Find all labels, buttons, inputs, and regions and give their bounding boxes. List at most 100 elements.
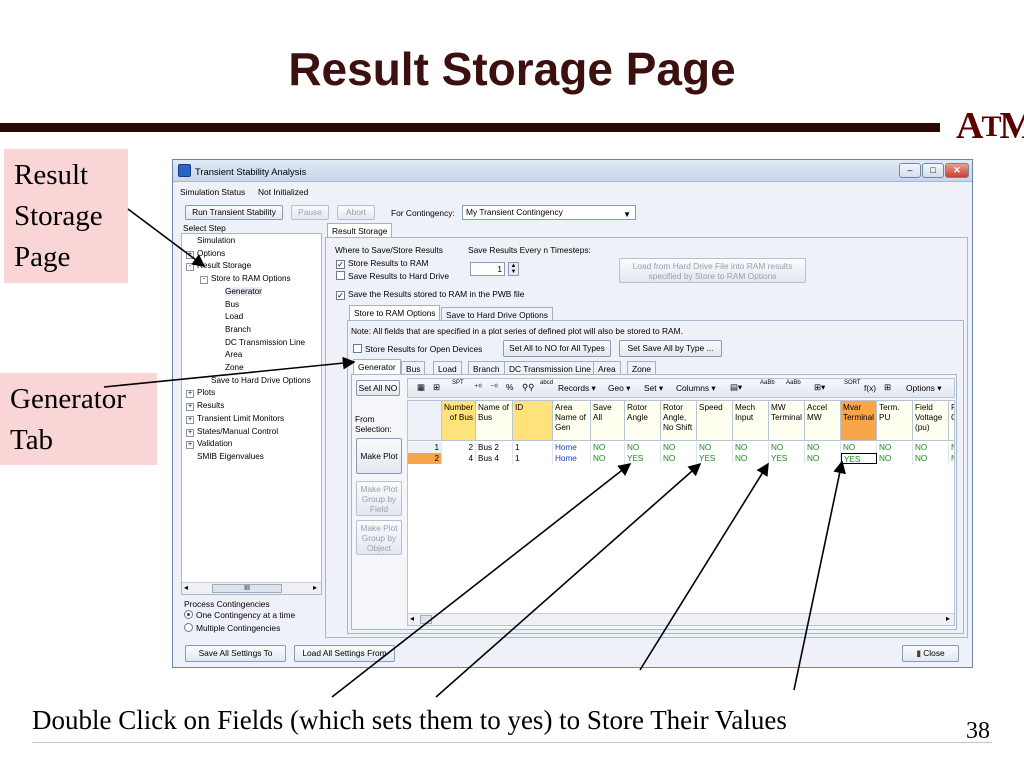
grid-scroll-thumb[interactable] <box>420 615 432 624</box>
grid-cell[interactable]: NO <box>697 442 733 453</box>
find-icon[interactable]: ⚲⚲ <box>522 382 534 392</box>
grid-cell[interactable]: 4 <box>442 453 476 464</box>
mvar-terminal-editing-cell[interactable]: YES <box>841 453 877 464</box>
collapse-icon[interactable]: - <box>186 263 194 272</box>
make-plot-group-by-object-button[interactable]: Make Plot Group by Object <box>356 520 402 555</box>
tree-item[interactable]: Load <box>214 312 243 321</box>
grid-cell[interactable]: NO <box>625 442 661 453</box>
chart-icon[interactable]: ▤▾ <box>730 382 742 392</box>
grid-column-header[interactable]: Area Name of Gen <box>553 401 591 441</box>
sort-icon[interactable]: SORT <box>844 380 861 387</box>
expand-icon[interactable]: + <box>186 441 194 450</box>
grid-cell[interactable]: YES <box>697 453 733 464</box>
decimal-increase-icon[interactable]: ⁺⁰ <box>474 382 482 392</box>
tree-item[interactable]: Simulation <box>186 236 235 245</box>
timesteps-input[interactable]: 1 <box>470 262 505 276</box>
set-save-all-by-type-button[interactable]: Set Save All by Type ... <box>619 340 722 357</box>
grid-cell[interactable]: Home <box>553 442 591 453</box>
scroll-thumb[interactable]: III <box>212 584 282 593</box>
grid-icon[interactable]: ⊞ <box>884 382 891 392</box>
grid-cell[interactable]: YES <box>625 453 661 464</box>
find-text-icon[interactable]: abcd <box>540 380 553 387</box>
grid-cell[interactable]: NO <box>661 442 697 453</box>
grid-column-header[interactable]: Term. PU <box>877 401 913 441</box>
run-transient-stability-button[interactable]: Run Transient Stability <box>185 205 283 220</box>
grid-cell[interactable]: Bus 2 <box>476 442 513 453</box>
store-to-ram-checkbox[interactable]: ✓ Store Results to RAM <box>336 258 429 269</box>
expand-icon[interactable]: + <box>186 250 194 259</box>
grid-column-header[interactable]: Fi Cu <box>949 401 954 441</box>
grid-column-header[interactable]: MW Terminal <box>769 401 805 441</box>
table-options-icon[interactable]: ⊞▾ <box>814 382 825 392</box>
grid-column-header[interactable]: Field Voltage (pu) <box>913 401 949 441</box>
columns-menu[interactable]: Columns ▾ <box>676 383 716 393</box>
tab-bus[interactable]: Bus <box>401 361 426 374</box>
tree-item[interactable]: + Results <box>186 401 224 412</box>
fx-button[interactable]: f(x) <box>864 383 876 393</box>
tree-item[interactable]: + States/Manual Control <box>186 427 278 437</box>
grid-column-header[interactable]: Save All <box>591 401 625 441</box>
make-plot-button[interactable]: Make Plot <box>356 438 402 474</box>
grid-column-header[interactable]: Speed <box>697 401 733 441</box>
spt-icon[interactable]: SPT <box>452 380 464 387</box>
minimize-button[interactable]: – <box>899 163 921 178</box>
grid-cell[interactable]: NO <box>805 453 841 464</box>
grid-horizontal-scrollbar[interactable]: ◂ ▸ <box>408 613 954 625</box>
expand-icon[interactable]: + <box>186 428 194 437</box>
records-menu[interactable]: Records ▾ <box>558 383 596 393</box>
abort-button[interactable]: Abort <box>337 205 375 220</box>
tree-item[interactable]: Zone <box>214 363 244 372</box>
expand-icon[interactable]: + <box>186 390 194 399</box>
grid-cell[interactable]: 2 <box>442 442 476 453</box>
save-all-settings-button[interactable]: Save All Settings To <box>185 645 286 662</box>
tree-item[interactable]: DC Transmission Line <box>214 338 305 347</box>
scroll-right-icon[interactable]: ▸ <box>313 583 317 592</box>
grid-row-number[interactable]: 2 <box>408 453 442 464</box>
load-all-settings-button[interactable]: Load All Settings From <box>294 645 395 662</box>
maximize-button[interactable]: □ <box>922 163 944 178</box>
grid-view-icon[interactable]: ▦ <box>417 382 425 392</box>
grid-cell[interactable]: NC <box>949 442 954 453</box>
save-pwb-checkbox[interactable]: ✓ Save the Results stored to RAM in the P… <box>336 289 524 300</box>
tree-horizontal-scrollbar[interactable]: ◂ III ▸ <box>182 582 321 594</box>
scroll-right-icon[interactable]: ▸ <box>946 614 950 623</box>
grid-cell[interactable]: NO <box>591 442 625 453</box>
percent-icon[interactable]: % <box>506 382 513 392</box>
tab-store-to-ram[interactable]: Store to RAM Options <box>349 305 441 320</box>
grid-cell[interactable]: NO <box>913 442 949 453</box>
abcd-filter-icon[interactable]: AaBb <box>760 380 775 387</box>
close-window-button[interactable]: ✕ <box>945 163 969 178</box>
grid-column-header[interactable]: Number of Bus <box>442 401 476 441</box>
grid-column-header[interactable]: Mech Input <box>733 401 769 441</box>
expand-icon[interactable]: + <box>186 415 194 424</box>
grid-column-header[interactable]: Rotor Angle, No Shift <box>661 401 697 441</box>
tree-item[interactable]: - Result Storage <box>186 261 251 272</box>
grid-cell[interactable]: NO <box>877 442 913 453</box>
grid-cell[interactable]: NO <box>661 453 697 464</box>
radio-multiple-contingencies[interactable]: Multiple Contingencies <box>184 623 280 633</box>
tab-dc-transmission-line[interactable]: DC Transmission Line <box>504 361 596 374</box>
decimal-decrease-icon[interactable]: ⁻⁰ <box>490 382 498 392</box>
grid-cell[interactable]: NC <box>949 453 954 464</box>
window-titlebar[interactable]: Transient Stability Analysis – □ ✕ <box>173 160 972 182</box>
tab-generator[interactable]: Generator <box>353 359 401 374</box>
grid-cell[interactable]: Bus 4 <box>476 453 513 464</box>
tree-item[interactable]: Bus <box>214 300 239 309</box>
tree-item[interactable]: + Plots <box>186 388 215 399</box>
grid-cell[interactable]: Home <box>553 453 591 464</box>
grid-column-header[interactable]: Mvar Terminal <box>841 401 877 441</box>
tab-save-to-hard-drive[interactable]: Save to Hard Drive Options <box>441 307 553 320</box>
grid-column-header[interactable]: ID <box>513 401 553 441</box>
store-open-devices-checkbox[interactable]: Store Results for Open Devices <box>353 344 482 354</box>
grid-cell[interactable]: NO <box>733 442 769 453</box>
save-to-hard-drive-checkbox[interactable]: Save Results to Hard Drive <box>336 271 449 281</box>
scroll-left-icon[interactable]: ◂ <box>184 583 188 592</box>
tree-item[interactable]: Branch <box>214 325 251 334</box>
table-icon[interactable]: ⊞ <box>433 382 440 392</box>
grid-column-header[interactable]: Name of Bus <box>476 401 513 441</box>
grid-cell[interactable]: 1 <box>513 442 553 453</box>
grid-column-header[interactable]: Rotor Angle <box>625 401 661 441</box>
tree-item[interactable]: Save to Hard Drive Options <box>200 376 311 385</box>
geo-menu[interactable]: Geo ▾ <box>608 383 630 393</box>
tree-item[interactable]: + Transient Limit Monitors <box>186 414 284 424</box>
